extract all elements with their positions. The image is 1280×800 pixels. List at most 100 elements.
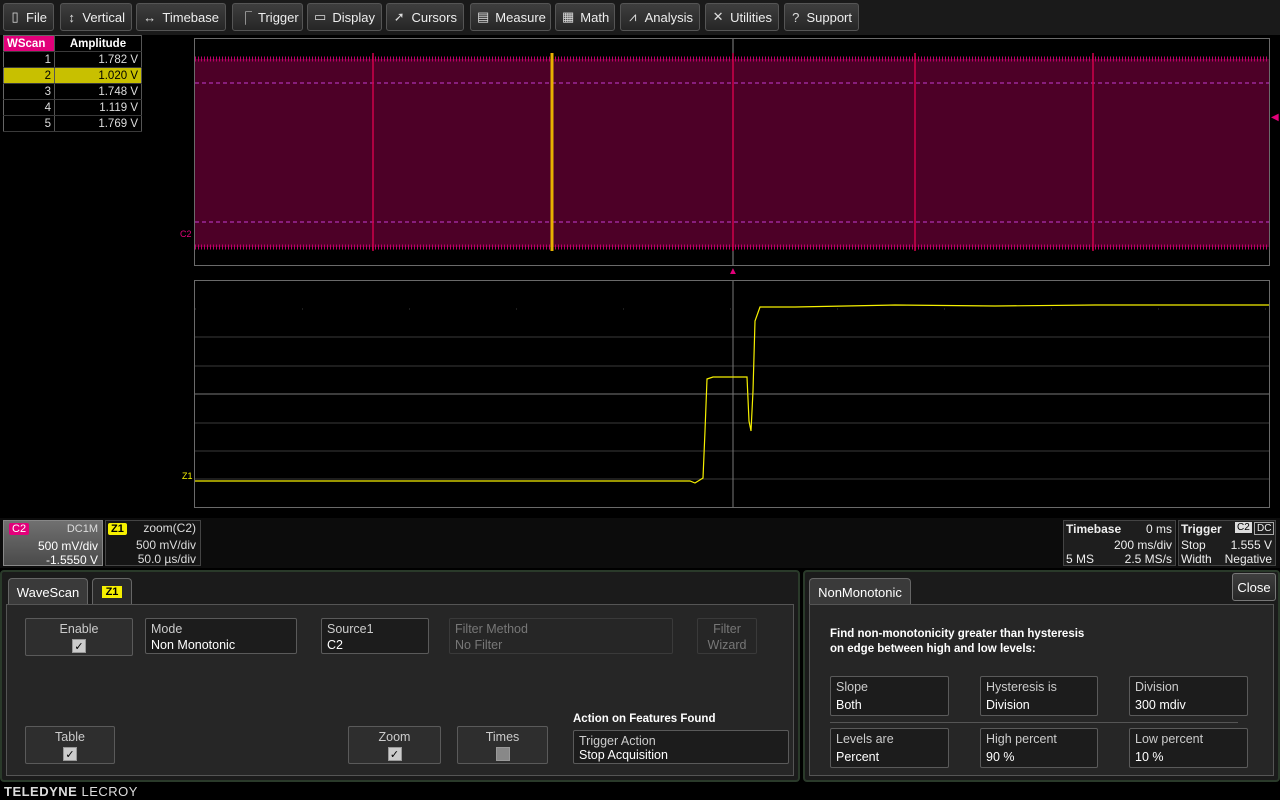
- timebase-sample-rate: 2.5 MS/s: [1124, 552, 1172, 566]
- row-index: 4: [3, 99, 55, 116]
- timebase-samples: 5 MS: [1066, 552, 1095, 566]
- levels-are-select[interactable]: Levels are Percent: [830, 728, 949, 768]
- checkmark-icon: ✓: [63, 747, 77, 761]
- divider: [830, 722, 1238, 723]
- display-menu-button[interactable]: ▭ Display: [307, 3, 382, 31]
- c2-trace-envelope: [195, 59, 1269, 247]
- z1-name: zoom(C2): [143, 521, 196, 535]
- trigger-title: Trigger: [1181, 522, 1222, 536]
- brand-logo: TELEDYNE LECROY: [4, 784, 138, 799]
- timebase-menu-button[interactable]: ↔ Timebase: [136, 3, 226, 31]
- table-row[interactable]: 1 1.782 V: [3, 51, 142, 68]
- math-menu-button[interactable]: ▦ Math: [555, 3, 615, 31]
- trigger-action-value: Stop Acquisition: [579, 748, 668, 762]
- levels-value: Percent: [836, 750, 880, 764]
- c2-channel-descriptor[interactable]: C2 DC1M 500 mV/div -1.5550 V: [3, 520, 103, 567]
- utilities-menu-button[interactable]: ✕ Utilities: [705, 3, 779, 31]
- wavescan-dialog: WaveScan Z1 Enable ✓ Mode Non Monotonic …: [0, 570, 800, 782]
- timebase-delay: 0 ms: [1145, 522, 1172, 536]
- hysteresis-value: Division: [986, 698, 1030, 712]
- trigger-type: Width: [1181, 552, 1212, 566]
- timebase-descriptor[interactable]: Timebase 0 ms 200 ms/div 5 MS 2.5 MS/s: [1063, 520, 1176, 566]
- row-value: 1.782 V: [54, 51, 142, 68]
- z1-tdiv: 50.0 µs/div: [137, 552, 196, 566]
- row-value: 1.748 V: [54, 83, 142, 100]
- description-line-1: Find non-monotonicity greater than hyste…: [830, 628, 1085, 640]
- c2-tag: C2: [9, 523, 30, 535]
- cursor-icon: ➚: [393, 9, 405, 24]
- measure-menu-button[interactable]: ▤ Measure: [470, 3, 551, 31]
- file-menu-button[interactable]: ▯ File: [3, 3, 54, 31]
- row-index: 3: [3, 83, 55, 100]
- timebase-title: Timebase: [1066, 522, 1122, 536]
- times-checkbox[interactable]: Times: [457, 726, 548, 764]
- zoom-checkbox[interactable]: Zoom ✓: [348, 726, 441, 764]
- trigger-position-marker-icon: ▲: [728, 266, 738, 277]
- row-index: 5: [3, 115, 55, 132]
- description-line-2: on edge between high and low levels:: [830, 643, 1036, 655]
- checkmark-icon: ✓: [387, 747, 402, 761]
- row-value: 1.020 V: [54, 67, 142, 84]
- z1-tab-label: Z1: [101, 586, 123, 598]
- vertical-menu-button[interactable]: ↕ Vertical: [60, 3, 132, 31]
- wavescan-panel: Enable ✓ Mode Non Monotonic Source1 C2 F…: [6, 604, 794, 776]
- brand-bold: TELEDYNE: [4, 784, 78, 799]
- filter-wizard-button[interactable]: Filter Wizard: [697, 618, 757, 654]
- support-menu-button[interactable]: ? Support: [784, 3, 859, 31]
- high-percent-input[interactable]: High percent 90 %: [980, 728, 1098, 768]
- trigger-edge-icon: ⎾: [239, 10, 253, 26]
- z1-trace-label: Z1: [182, 471, 193, 481]
- unchecked-box-icon: [495, 747, 510, 761]
- table-row[interactable]: 3 1.748 V: [3, 83, 142, 100]
- nonmonotonic-description: Find non-monotonicity greater than hyste…: [830, 627, 1084, 657]
- action-heading: Action on Features Found: [573, 713, 716, 725]
- table-label: Table: [55, 730, 85, 744]
- table-row[interactable]: 5 1.769 V: [3, 115, 142, 132]
- c2-coupling: DC1M: [66, 523, 98, 535]
- z1-tag: Z1: [108, 523, 127, 535]
- division-input[interactable]: Division 300 mdiv: [1129, 676, 1248, 716]
- trigger-mode: Stop: [1181, 538, 1206, 552]
- nonmonotonic-panel: Find non-monotonicity greater than hyste…: [809, 604, 1274, 776]
- trigger-descriptor[interactable]: Trigger C2 DC Stop 1.555 V Width Negativ…: [1178, 520, 1276, 566]
- source1-select[interactable]: Source1 C2: [321, 618, 429, 654]
- c2-waveform-plot: [195, 39, 1269, 265]
- c2-offset: -1.5550 V: [45, 553, 98, 567]
- mode-label: Mode: [151, 622, 183, 636]
- nonmonotonic-dialog: NonMonotonic Find non-monotonicity great…: [803, 570, 1280, 782]
- mode-select[interactable]: Mode Non Monotonic: [145, 618, 297, 654]
- table-row[interactable]: 4 1.119 V: [3, 99, 142, 116]
- row-value: 1.119 V: [54, 99, 142, 116]
- low-percent-input[interactable]: Low percent 10 %: [1129, 728, 1248, 768]
- slope-label: Slope: [836, 680, 868, 694]
- enable-label: Enable: [59, 622, 99, 636]
- trigger-menu-button[interactable]: ⎾ Trigger: [232, 3, 303, 31]
- enable-checkbox[interactable]: Enable ✓: [25, 618, 133, 656]
- hysteresis-select[interactable]: Hysteresis is Division: [980, 676, 1098, 716]
- trigger-action-select[interactable]: Trigger Action Stop Acquisition: [573, 730, 789, 764]
- slope-select[interactable]: Slope Both: [830, 676, 949, 716]
- z1-zoom-grid[interactable]: [194, 280, 1270, 508]
- tab-z1[interactable]: Z1: [92, 578, 132, 605]
- z1-waveform-plot: [195, 281, 1269, 507]
- tab-wavescan[interactable]: WaveScan: [8, 578, 88, 605]
- mode-value: Non Monotonic: [151, 638, 236, 652]
- amplitude-header: Amplitude: [54, 35, 142, 52]
- row-value: 1.769 V: [54, 115, 142, 132]
- filter-method-label: Filter Method: [455, 622, 528, 636]
- z1-channel-descriptor[interactable]: Z1 zoom(C2) 500 mV/div 50.0 µs/div: [105, 520, 201, 566]
- high-percent-label: High percent: [986, 732, 1057, 746]
- c2-overview-grid[interactable]: [194, 38, 1270, 266]
- analysis-menu-button[interactable]: ⩘ Analysis: [620, 3, 700, 31]
- close-button[interactable]: Close: [1232, 573, 1276, 601]
- table-row-selected[interactable]: 2 1.020 V: [3, 67, 142, 84]
- source1-label: Source1: [327, 622, 374, 636]
- cursors-menu-button[interactable]: ➚ Cursors: [386, 3, 464, 31]
- high-percent-value: 90 %: [986, 750, 1015, 764]
- tab-nonmonotonic[interactable]: NonMonotonic: [809, 578, 911, 605]
- trigger-coupling: DC: [1254, 522, 1275, 535]
- trigger-slope: Negative: [1224, 552, 1272, 566]
- filter-method-select[interactable]: Filter Method No Filter: [449, 618, 673, 654]
- levels-label: Levels are: [836, 732, 894, 746]
- table-checkbox[interactable]: Table ✓: [25, 726, 115, 764]
